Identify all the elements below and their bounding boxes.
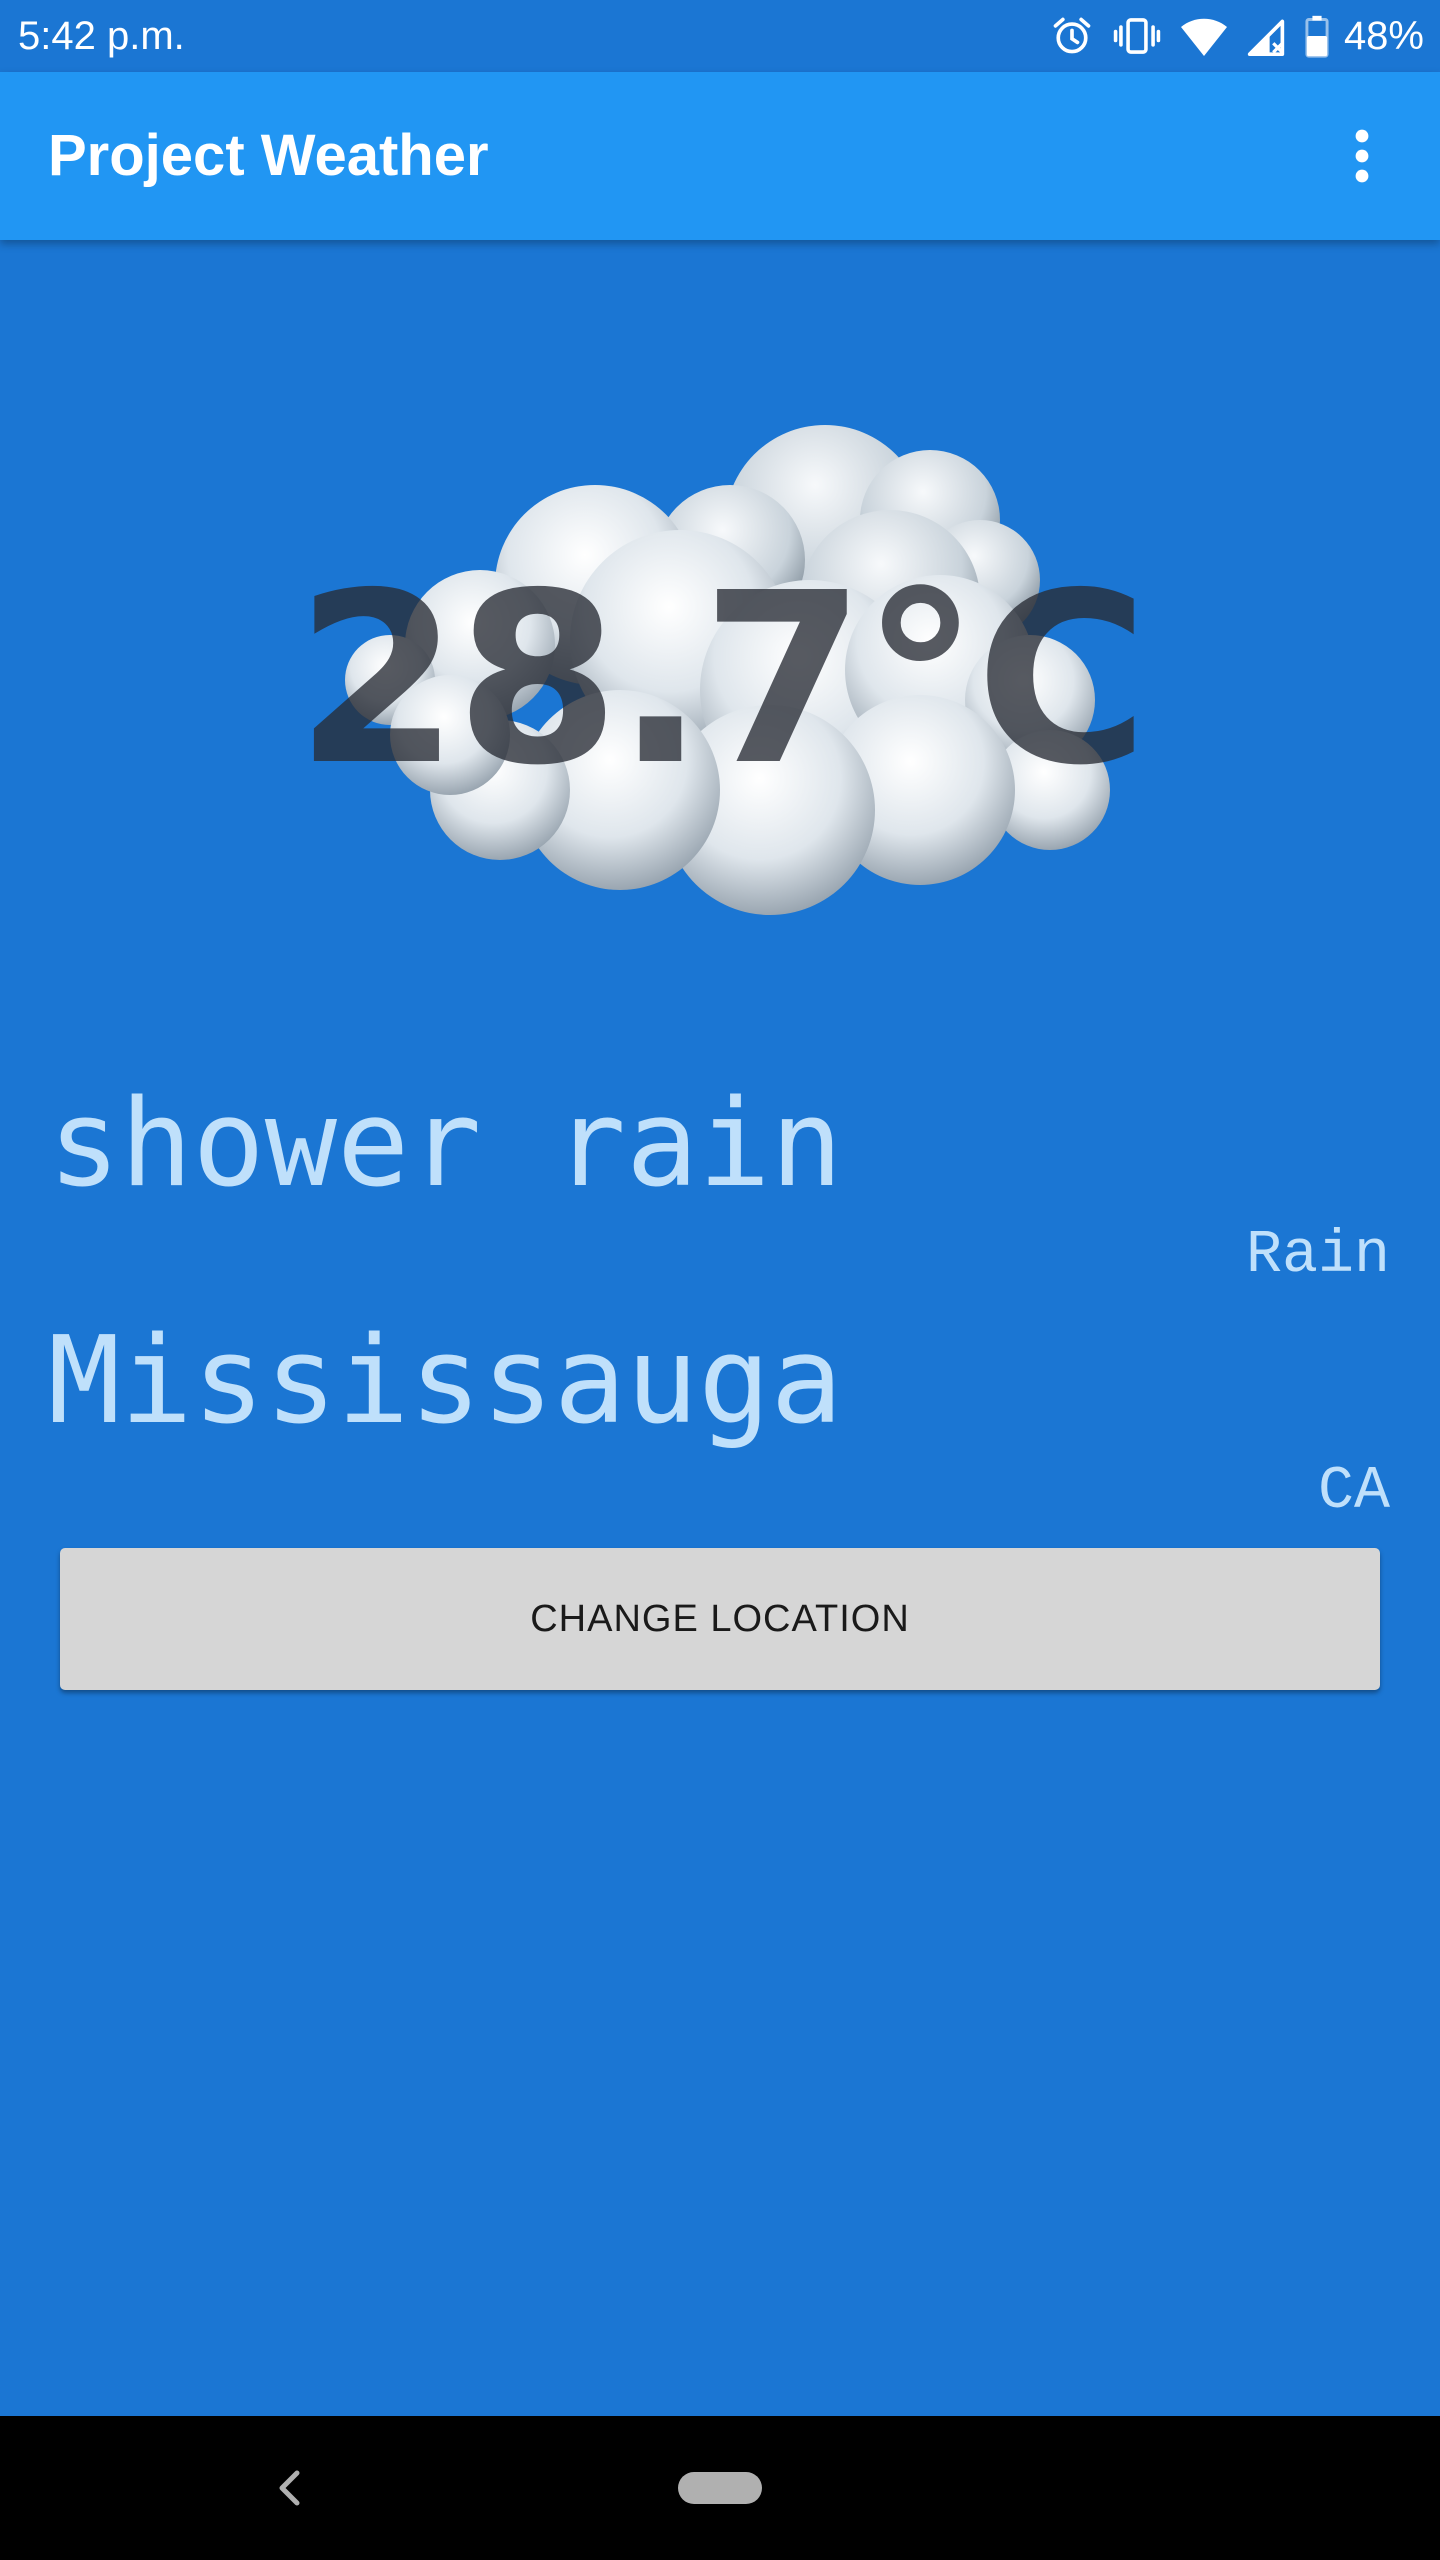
country-code: CA bbox=[1317, 1458, 1390, 1526]
back-icon bbox=[279, 2470, 300, 2506]
vibrate-icon bbox=[1112, 14, 1162, 58]
change-location-button[interactable]: CHANGE LOCATION bbox=[60, 1548, 1380, 1690]
home-pill-icon[interactable] bbox=[678, 2472, 762, 2504]
weather-description: shower rain bbox=[48, 1075, 843, 1214]
weather-main: Rain bbox=[1245, 1222, 1390, 1290]
navigation-bar bbox=[0, 2416, 1440, 2560]
battery-icon bbox=[1304, 14, 1330, 58]
battery-percent: 48% bbox=[1343, 14, 1424, 58]
city-name: Mississauga bbox=[48, 1312, 843, 1451]
app-title: Project Weather bbox=[48, 123, 489, 188]
alarm-icon bbox=[1050, 14, 1094, 58]
overflow-menu-icon bbox=[1355, 129, 1369, 183]
status-time: 5:42 p.m. bbox=[18, 14, 185, 58]
cell-signal-icon bbox=[1246, 14, 1286, 58]
app-bar: Project Weather bbox=[0, 72, 1440, 240]
status-bar: 5:42 p.m. 48% bbox=[0, 0, 1440, 72]
wifi-icon bbox=[1180, 14, 1228, 58]
temperature-text: 28.7°C bbox=[295, 542, 1148, 817]
status-icons: 48% bbox=[1050, 8, 1424, 64]
overflow-menu-button[interactable] bbox=[1312, 106, 1412, 206]
back-button[interactable] bbox=[262, 2458, 322, 2518]
